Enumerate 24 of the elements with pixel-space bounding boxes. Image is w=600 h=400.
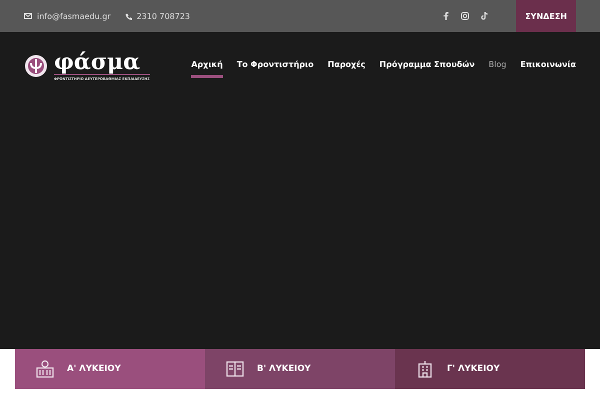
email-text[interactable]: info@fasmaedu.gr	[24, 12, 111, 20]
phone-icon	[124, 12, 132, 20]
grade-title: Α' ΛΥΚΕΙΟΥ	[67, 364, 121, 374]
grade-card[interactable]: Α' ΛΥΚΕΙΟΥ	[15, 349, 205, 389]
grade-title: Β' ΛΥΚΕΙΟΥ	[257, 364, 311, 374]
facebook-icon[interactable]	[443, 12, 450, 20]
nav-link[interactable]: Επικοινωνία	[520, 54, 576, 78]
tiktok-icon[interactable]	[481, 12, 488, 20]
logo-name: φάσμα	[54, 50, 150, 75]
book-icon	[225, 359, 245, 379]
grade-card[interactable]: Γ' ΛΥΚΕΙΟΥ	[395, 349, 585, 389]
nav-link[interactable]: Αρχική	[191, 54, 223, 78]
mail-icon	[24, 12, 32, 20]
nav-link[interactable]: Πρόγραμμα Σπουδών	[379, 54, 475, 78]
nav-link[interactable]: Το Φροντιστήριο	[236, 54, 314, 78]
phone-text[interactable]: 2310 708723	[124, 12, 190, 20]
school-building-icon	[35, 359, 55, 379]
nav-link[interactable]: Blog	[488, 54, 506, 78]
grade-title: Γ' ΛΥΚΕΙΟΥ	[447, 364, 500, 374]
nav-link[interactable]: Παροχές	[328, 54, 366, 78]
logo-icon	[24, 54, 48, 78]
instagram-icon[interactable]	[461, 12, 470, 20]
login-button[interactable]: ΣΥΝΔΕΣΗ	[516, 0, 576, 32]
grade-card[interactable]: Β' ΛΥΚΕΙΟΥ	[205, 349, 395, 389]
